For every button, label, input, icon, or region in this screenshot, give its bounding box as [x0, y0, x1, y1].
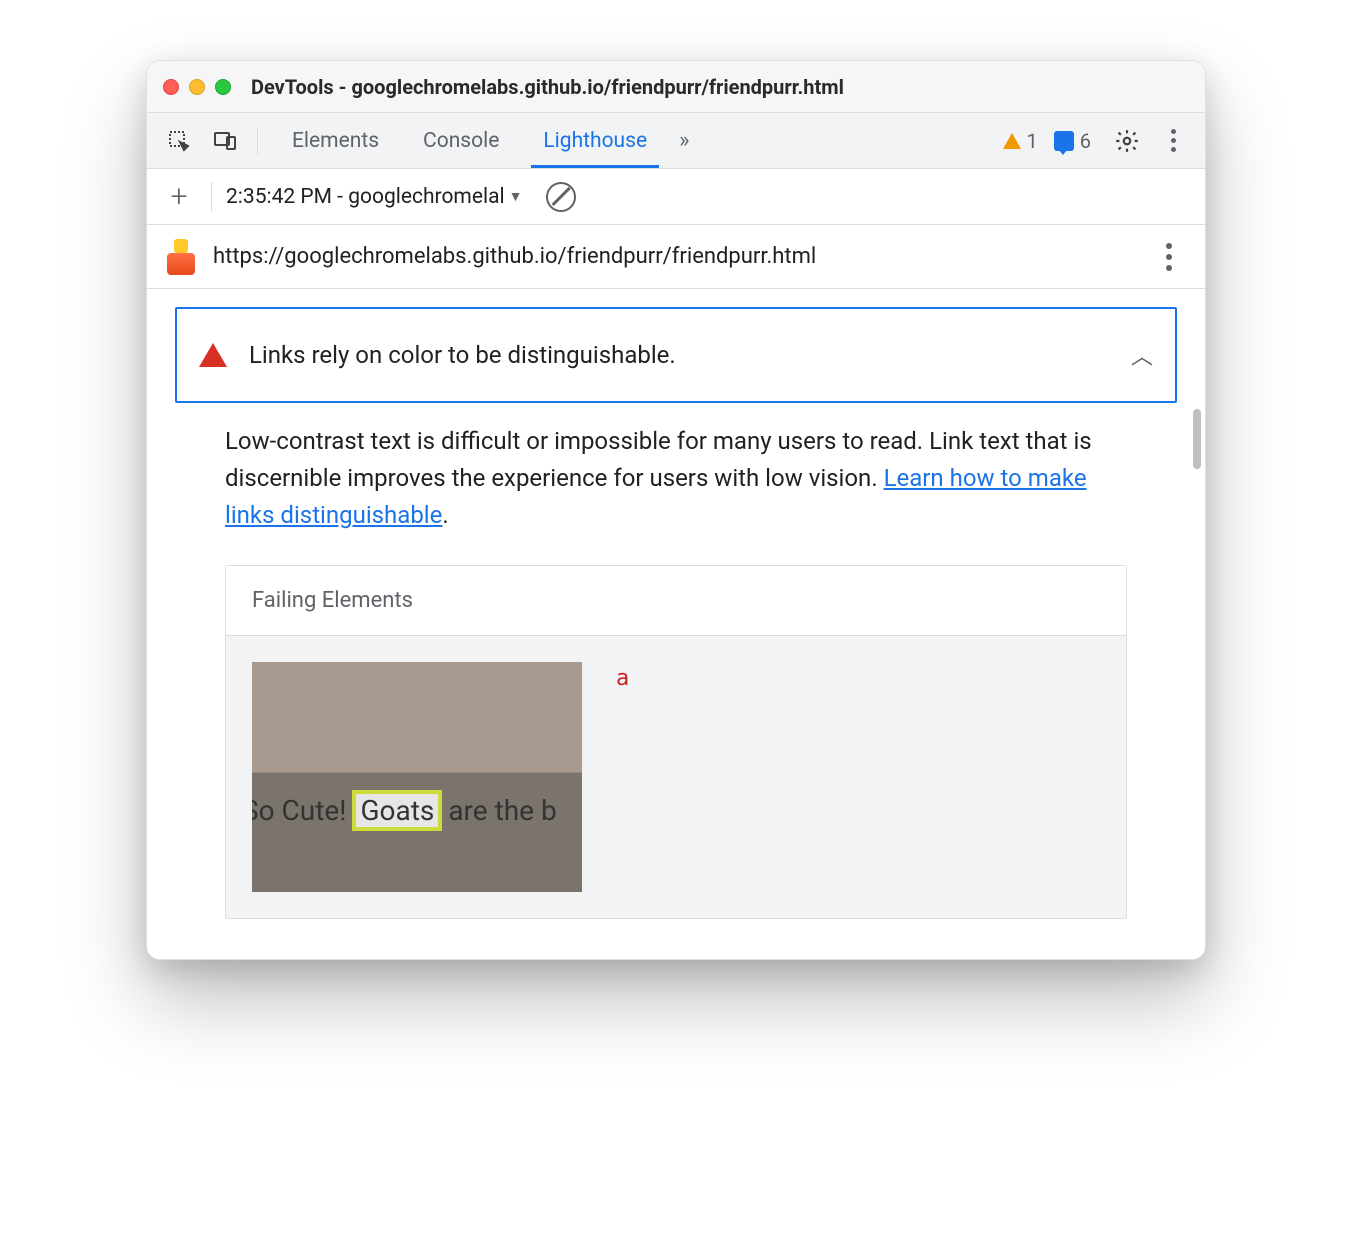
report-selector[interactable]: 2:35:42 PM - googlechromelal ▼: [226, 185, 522, 209]
element-screenshot[interactable]: So Cute! Goats are the b: [252, 662, 582, 892]
scrollbar-thumb[interactable]: [1193, 409, 1201, 469]
warning-icon: [1003, 133, 1021, 149]
tab-elements[interactable]: Elements: [270, 113, 401, 168]
audit-description-suffix: .: [442, 501, 448, 529]
audit-title: Links rely on color to be distinguishabl…: [249, 341, 1109, 369]
lighthouse-logo-icon: [165, 239, 197, 275]
warnings-badge[interactable]: 1: [1003, 129, 1038, 153]
window-titlebar: DevTools - googlechromelabs.github.io/fr…: [147, 61, 1205, 113]
panel-tabs: Elements Console Lighthouse »: [270, 113, 699, 168]
device-toggle-icon[interactable]: [205, 121, 245, 161]
report-menu-button[interactable]: [1151, 239, 1187, 275]
devtools-window: DevTools - googlechromelabs.github.io/fr…: [146, 60, 1206, 960]
more-tabs-button[interactable]: »: [669, 113, 699, 168]
devtools-toolbar: Elements Console Lighthouse » 1 6: [147, 113, 1205, 169]
collapse-chevron-icon[interactable]: ︿: [1131, 339, 1153, 371]
audit-description: Low-contrast text is difficult or imposs…: [225, 423, 1127, 535]
settings-button[interactable]: [1107, 121, 1147, 161]
more-options-button[interactable]: [1153, 121, 1193, 161]
traffic-lights: [163, 79, 231, 95]
audit-summary-card[interactable]: Links rely on color to be distinguishabl…: [175, 307, 1177, 403]
subbar-divider: [211, 182, 212, 212]
lighthouse-toolbar: + 2:35:42 PM - googlechromelal ▼: [147, 169, 1205, 225]
thumb-text-post: are the b: [448, 794, 556, 827]
window-title: DevTools - googlechromelabs.github.io/fr…: [251, 75, 844, 99]
toolbar-divider: [257, 127, 258, 155]
failing-elements-header: Failing Elements: [226, 566, 1126, 636]
element-tag-name: a: [616, 662, 629, 691]
minimize-window-button[interactable]: [189, 79, 205, 95]
highlighted-link-text: Goats: [352, 790, 442, 831]
messages-count: 6: [1080, 129, 1091, 153]
thumb-text-pre: So Cute!: [252, 794, 346, 827]
report-content: Links rely on color to be distinguishabl…: [147, 289, 1205, 959]
warnings-count: 1: [1027, 129, 1038, 153]
close-window-button[interactable]: [163, 79, 179, 95]
failing-elements-panel: Failing Elements So Cute! Goats are the …: [225, 565, 1127, 919]
inspect-element-icon[interactable]: [159, 121, 199, 161]
messages-badge[interactable]: 6: [1054, 129, 1091, 153]
failing-elements-body: So Cute! Goats are the b a: [226, 636, 1126, 918]
element-screenshot-text: So Cute! Goats are the b: [252, 790, 582, 831]
message-icon: [1054, 131, 1074, 151]
report-url-bar: https://googlechromelabs.github.io/frien…: [147, 225, 1205, 289]
report-url: https://googlechromelabs.github.io/frien…: [213, 244, 1135, 269]
dropdown-caret-icon: ▼: [509, 188, 523, 205]
tab-console[interactable]: Console: [401, 113, 521, 168]
report-selector-label: 2:35:42 PM - googlechromelal: [226, 185, 505, 209]
fail-triangle-icon: [199, 343, 227, 367]
issue-badges[interactable]: 1 6: [1003, 129, 1092, 153]
zoom-window-button[interactable]: [215, 79, 231, 95]
tab-lighthouse[interactable]: Lighthouse: [521, 113, 669, 168]
new-report-button[interactable]: +: [161, 179, 197, 215]
clear-report-button[interactable]: [546, 182, 576, 212]
